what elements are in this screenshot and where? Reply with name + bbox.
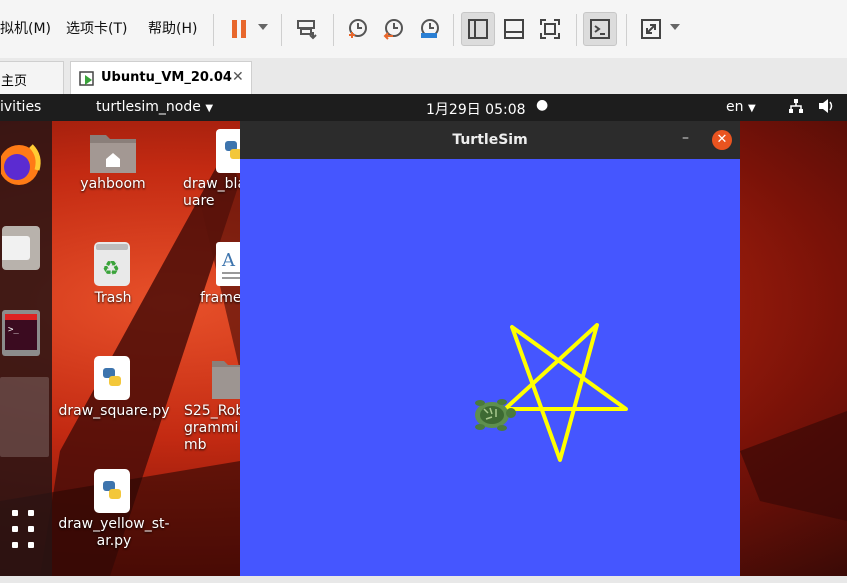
desktop-icon-label[interactable]: S25_Rob grammi mb — [184, 403, 244, 454]
app-menu-label: turtlesim_node — [96, 99, 201, 115]
svg-text:>_: >_ — [8, 325, 19, 335]
send-keys-icon[interactable] — [290, 12, 324, 46]
tab-label: Ubuntu_VM_20.04 — [101, 70, 232, 85]
desktop-icon-label[interactable]: yahboom — [70, 176, 156, 193]
notification-dot-icon: ● — [536, 97, 549, 113]
clock[interactable]: 1月29日 05:08 — [426, 99, 526, 119]
toolbar-separator — [626, 14, 627, 46]
star-drawing — [503, 323, 628, 462]
revert-snapshot-icon[interactable] — [376, 12, 410, 46]
tab-ubuntu-vm[interactable]: Ubuntu_VM_20.04 ✕ — [70, 61, 252, 94]
dock-highlight — [0, 377, 49, 457]
vmware-status-bar — [0, 576, 847, 583]
language-indicator[interactable]: en ▼ — [726, 99, 756, 115]
terminal-app-icon[interactable]: >_ — [0, 305, 48, 359]
ubuntu-desktop: >_ yahboom draw_bla uare ♻ Trash A frame… — [0, 121, 847, 576]
close-icon[interactable]: ✕ — [232, 69, 244, 85]
home-folder-icon[interactable] — [88, 129, 138, 179]
ubuntu-top-bar: ivities turtlesim_node ▼ 1月29日 05:08 ● e… — [0, 94, 847, 121]
chevron-down-icon[interactable] — [258, 24, 268, 30]
toolbar-separator — [281, 14, 282, 46]
toolbar-separator — [576, 14, 577, 46]
toolbar-separator — [453, 14, 454, 46]
view-console-icon[interactable] — [497, 12, 531, 46]
volume-icon[interactable] — [817, 98, 835, 118]
fullscreen-icon[interactable] — [533, 12, 567, 46]
svg-text:A: A — [221, 250, 236, 271]
view-sidebar-icon[interactable] — [461, 12, 495, 46]
network-icon[interactable] — [788, 98, 804, 118]
menu-vm[interactable]: 拟机(M) — [0, 18, 51, 38]
toolbar-separator — [213, 14, 214, 46]
window-titlebar[interactable]: TurtleSim – ✕ — [240, 121, 740, 159]
firefox-icon[interactable] — [0, 135, 48, 195]
tab-label: 主页 — [1, 74, 28, 89]
chevron-down-icon: ▼ — [747, 103, 756, 114]
close-button[interactable]: ✕ — [712, 130, 732, 150]
dock: >_ — [0, 121, 52, 576]
manage-snapshots-icon[interactable] — [412, 12, 446, 46]
tab-bar: 主页 Ubuntu_VM_20.04 ✕ — [0, 58, 847, 94]
minimize-button[interactable]: – — [682, 130, 689, 146]
desktop-icon-label[interactable]: Trash — [70, 290, 156, 307]
vm-running-icon — [79, 71, 95, 91]
python-file-icon[interactable] — [94, 356, 132, 406]
terminal-icon[interactable] — [583, 12, 617, 46]
python-file-icon[interactable] — [94, 469, 132, 519]
toolbar-separator — [333, 14, 334, 46]
activities-button[interactable]: ivities — [0, 99, 41, 115]
window-title: TurtleSim — [452, 132, 528, 148]
show-applications-icon[interactable] — [0, 505, 48, 551]
turtlesim-window[interactable]: TurtleSim – ✕ — [240, 121, 740, 576]
trash-icon[interactable]: ♻ — [94, 242, 132, 292]
chevron-down-icon[interactable] — [670, 24, 680, 30]
desktop-icon-label[interactable]: draw_square.py — [58, 403, 170, 420]
files-icon[interactable] — [0, 219, 48, 277]
language-label: en — [726, 99, 744, 115]
pause-icon[interactable] — [222, 12, 256, 46]
tab-home[interactable]: 主页 — [0, 61, 64, 94]
turtle-path — [475, 323, 628, 462]
app-menu[interactable]: turtlesim_node ▼ — [96, 99, 213, 115]
desktop-icon-label[interactable]: draw_yellow_st- ar.py — [58, 516, 170, 550]
stretch-icon[interactable] — [634, 12, 668, 46]
menu-tabs[interactable]: 选项卡(T) — [66, 18, 127, 38]
menu-help[interactable]: 帮助(H) — [148, 18, 197, 38]
snapshot-icon[interactable] — [340, 12, 374, 46]
turtlesim-canvas — [240, 159, 740, 576]
vmware-menubar: 拟机(M) 选项卡(T) 帮助(H) — [0, 0, 847, 59]
svg-text:♻: ♻ — [102, 256, 120, 280]
chevron-down-icon: ▼ — [205, 103, 214, 114]
